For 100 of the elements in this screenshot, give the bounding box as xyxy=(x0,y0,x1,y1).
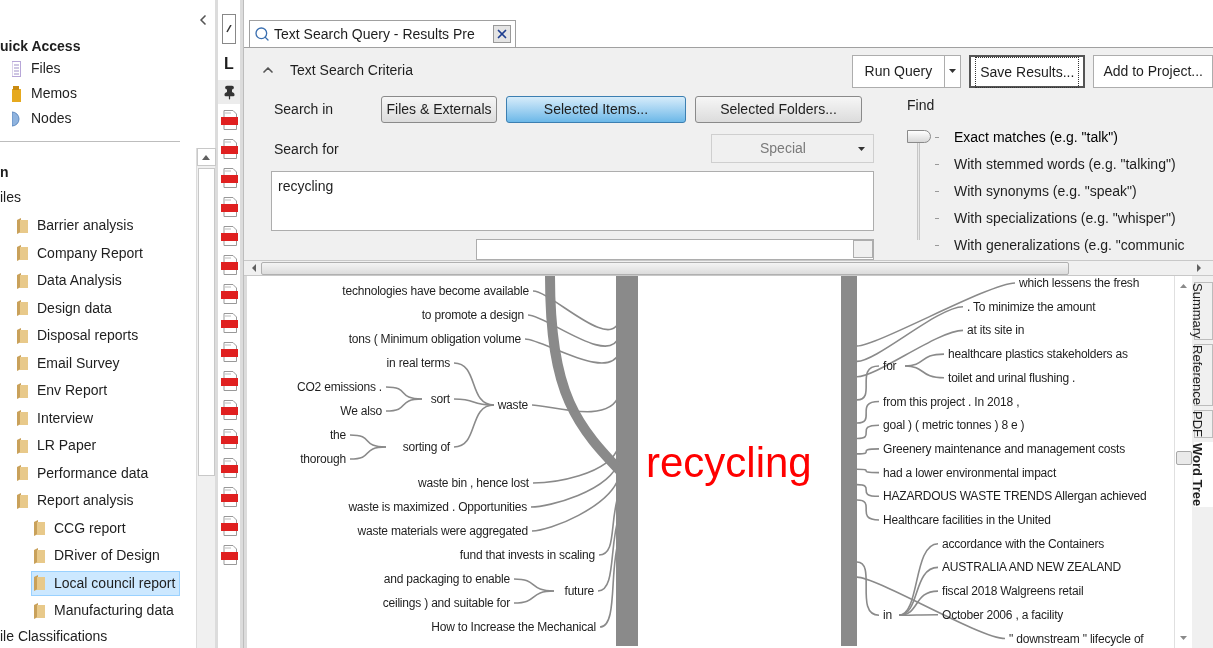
folder-item[interactable]: DRiver of Design xyxy=(31,543,165,569)
tree-phrase[interactable]: . To minimize the amount xyxy=(967,299,1096,314)
pdf-file-icon[interactable] xyxy=(220,226,238,246)
folder-item[interactable]: Manufacturing data xyxy=(31,598,179,624)
group-header[interactable]: iles xyxy=(0,185,21,210)
pdf-file-icon[interactable] xyxy=(220,284,238,304)
tree-phrase[interactable]: in xyxy=(883,608,892,623)
folder-item[interactable]: Data Analysis xyxy=(14,268,127,294)
tree-phrase[interactable]: Greenery maintenance and management costs xyxy=(883,441,1125,456)
tree-phrase[interactable]: the xyxy=(329,428,346,442)
pdf-file-icon[interactable] xyxy=(220,197,238,217)
pdf-file-icon[interactable] xyxy=(220,400,238,420)
tree-phrase[interactable]: for xyxy=(883,358,897,373)
tree-phrase[interactable]: future xyxy=(564,584,594,598)
quick-access-item[interactable]: Nodes xyxy=(0,106,80,131)
tree-phrase[interactable]: to promote a design xyxy=(421,308,524,322)
vertical-scrollbar[interactable] xyxy=(1174,276,1192,648)
pdf-file-icon[interactable] xyxy=(220,429,238,449)
folder-item[interactable]: Email Survey xyxy=(14,350,125,376)
tree-phrase[interactable]: from this project . In 2018 , xyxy=(883,394,1020,409)
find-option[interactable]: With synonyms (e.g. "speak") xyxy=(954,181,1137,202)
input-field[interactable] xyxy=(476,238,874,260)
pin-icon[interactable] xyxy=(221,84,237,100)
find-option[interactable]: With specializations (e.g. "whisper") xyxy=(954,208,1176,229)
pdf-file-icon[interactable] xyxy=(220,458,238,478)
run-query-button[interactable]: Run Query xyxy=(851,54,946,88)
search-text-area[interactable]: recycling xyxy=(271,171,874,231)
tree-phrase[interactable]: HAZARDOUS WASTE TRENDS Allergan achieved xyxy=(883,489,1147,504)
scrollbar-thumb[interactable] xyxy=(1175,451,1192,465)
tree-phrase[interactable]: healthcare plastics stakeholders as xyxy=(948,347,1128,362)
tree-phrase[interactable]: which lessens the fresh xyxy=(1019,276,1140,290)
tree-phrase[interactable]: sorting of xyxy=(402,440,450,454)
tree-phrase[interactable]: CO2 emissions . xyxy=(296,380,382,394)
folder-item[interactable]: Barrier analysis xyxy=(14,213,139,239)
find-option[interactable]: With generalizations (e.g. "communic xyxy=(954,235,1185,256)
tree-phrase[interactable]: fiscal 2018 Walgreens retail xyxy=(942,584,1084,599)
folder-item[interactable]: Local council report xyxy=(31,570,181,596)
dropdown-button[interactable] xyxy=(945,54,962,88)
pdf-file-icon[interactable] xyxy=(220,139,238,159)
folder-item[interactable]: Env Report xyxy=(14,378,113,404)
tree-phrase[interactable]: We also xyxy=(340,404,382,418)
tree-phrase[interactable]: tons ( Minimum obligation volume xyxy=(348,332,521,346)
find-option[interactable]: With stemmed words (e.g. "talking") xyxy=(954,154,1176,175)
tree-phrase[interactable]: October 2006 , a facility xyxy=(942,607,1064,622)
scrollbar-thumb[interactable] xyxy=(197,168,215,476)
pdf-file-icon[interactable] xyxy=(220,168,238,188)
field-button[interactable] xyxy=(853,239,873,258)
quick-access-item[interactable]: Memos xyxy=(0,81,85,106)
scroll-down-icon[interactable] xyxy=(1180,636,1187,640)
scope-button[interactable]: Selected Items... xyxy=(506,96,686,123)
scope-button[interactable]: Selected Folders... xyxy=(695,96,862,123)
document-tab[interactable]: Text Search Query - Results Pre xyxy=(249,20,516,47)
scope-button[interactable]: Files & Externals xyxy=(381,96,497,123)
pdf-file-icon[interactable] xyxy=(220,516,238,536)
scroll-up-icon[interactable] xyxy=(1180,284,1187,288)
quick-access-item[interactable]: Files xyxy=(0,56,69,81)
pdf-file-icon[interactable] xyxy=(220,545,238,565)
slider-thumb[interactable] xyxy=(907,130,931,143)
scroll-left-icon[interactable] xyxy=(252,264,256,272)
tree-phrase[interactable]: AUSTRALIA AND NEW ZEALAND xyxy=(942,560,1122,575)
tree-phrase[interactable]: waste bin , hence lost xyxy=(418,476,529,490)
tree-phrase[interactable]: Healthcare facilities in the United xyxy=(883,513,1051,527)
horizontal-scrollbar[interactable] xyxy=(244,260,1213,276)
view-tab[interactable]: PDF xyxy=(1194,409,1213,438)
tree-phrase[interactable]: fund that invests in scaling xyxy=(459,548,595,562)
scroll-up-icon[interactable] xyxy=(202,154,210,160)
scroll-right-icon[interactable] xyxy=(1197,264,1201,272)
vertical-scrollbar[interactable] xyxy=(196,148,215,648)
group-header[interactable]: ile Classifications xyxy=(0,624,108,647)
pdf-file-icon[interactable] xyxy=(220,110,238,130)
close-button[interactable] xyxy=(492,25,511,43)
folder-item[interactable]: LR Paper xyxy=(14,433,102,459)
pdf-file-icon[interactable] xyxy=(220,313,238,333)
folder-item[interactable]: Performance data xyxy=(14,460,154,486)
find-option[interactable]: Exact matches (e.g. "talk") xyxy=(954,127,1118,148)
tree-phrase[interactable]: at its site in xyxy=(967,323,1025,338)
toolbar-button[interactable]: Add to Project... xyxy=(1093,54,1213,88)
folder-item[interactable]: CCG report xyxy=(31,515,131,541)
toolbar-button[interactable]: Save Results... xyxy=(969,54,1086,88)
pdf-file-icon[interactable] xyxy=(220,342,238,362)
tree-phrase[interactable]: How to Increase the Mechanical xyxy=(431,620,596,634)
folder-item[interactable]: Company Report xyxy=(14,240,148,266)
tree-phrase[interactable]: accordance with the Containers xyxy=(942,536,1105,551)
tree-phrase[interactable]: thorough xyxy=(300,452,346,466)
pdf-file-icon[interactable] xyxy=(220,371,238,391)
tree-phrase[interactable]: ceilings ) and suitable for xyxy=(382,596,510,610)
folder-item[interactable]: Disposal reports xyxy=(14,323,144,349)
folder-item[interactable]: Interview xyxy=(14,405,99,431)
tree-phrase[interactable]: sort xyxy=(430,392,450,406)
tree-phrase[interactable]: had a lower environmental impact xyxy=(883,465,1057,480)
tree-phrase[interactable]: and packaging to enable xyxy=(383,572,510,586)
pdf-file-icon[interactable] xyxy=(220,255,238,275)
pen-icon[interactable] xyxy=(226,25,232,33)
folder-item[interactable]: Design data xyxy=(14,295,117,321)
view-tab[interactable]: Word Tree xyxy=(1194,441,1213,507)
folder-item[interactable]: Report analysis xyxy=(14,488,139,514)
tree-phrase[interactable]: waste is maximized . Opportunities xyxy=(348,500,527,514)
pdf-file-icon[interactable] xyxy=(220,487,238,507)
scrollbar-thumb[interactable] xyxy=(261,261,1069,275)
tree-phrase[interactable]: goal ) ( metric tonnes ) 8 e ) xyxy=(883,418,1025,433)
